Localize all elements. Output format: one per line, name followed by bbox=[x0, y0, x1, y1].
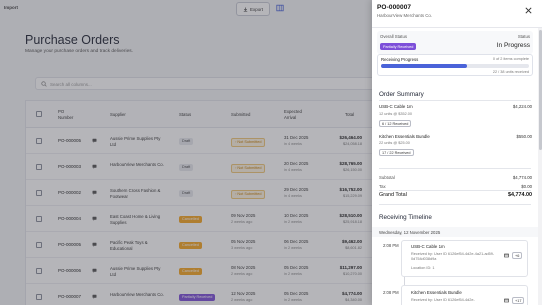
event-qty: +17 bbox=[512, 297, 525, 304]
event-card: Kitchen Essentials Bundle Received by: U… bbox=[401, 285, 528, 305]
event-received-by: Received by: User ID 6126ef54-4d2e-4a21-… bbox=[411, 252, 495, 261]
tax-label: Tax bbox=[379, 184, 386, 189]
grand-total-value: $4,774.00 bbox=[508, 192, 532, 198]
overall-status-badge: Partially Received bbox=[380, 43, 417, 50]
box-icon bbox=[504, 253, 509, 258]
item-name: USB-C Cable 1m bbox=[379, 104, 413, 109]
modal-overlay[interactable] bbox=[0, 0, 372, 305]
grand-total-label: Grand Total bbox=[379, 192, 407, 198]
event-qty: +6 bbox=[512, 252, 523, 259]
item-detail: 12 units @ $352.00 bbox=[379, 112, 412, 116]
event-time: 2:08 PM bbox=[383, 243, 399, 248]
tax-value: $0.00 bbox=[521, 184, 532, 189]
item-name: Kitchen Essentials Bundle bbox=[379, 134, 430, 139]
item-amount: $4,224.00 bbox=[512, 104, 532, 109]
event-item-name: USB-C Cable 1m bbox=[411, 244, 445, 249]
items-complete: 0 of 2 items complete bbox=[492, 57, 529, 61]
event-received-by: Received by: User ID 6126ef54-4d2e- bbox=[411, 298, 475, 302]
event-time: 2:08 PM bbox=[383, 290, 399, 295]
divider bbox=[379, 168, 531, 169]
timeline-title: Receiving Timeline bbox=[379, 214, 432, 221]
drawer-header: PO-000007 HarbourView Merchants Co. bbox=[372, 0, 542, 28]
item-received-badge: 6 / 12 Received bbox=[379, 120, 412, 127]
subtotal-label: Subtotal bbox=[379, 175, 395, 180]
item-received-badge: 17 / 22 Received bbox=[379, 149, 414, 156]
status-value: In Progress bbox=[496, 42, 530, 49]
drawer-scrollbar[interactable] bbox=[538, 28, 542, 305]
timeline-date: Wednesday, 12 November 2025 bbox=[372, 227, 538, 237]
item-detail: 22 units @ $25.00 bbox=[379, 141, 410, 145]
event-card: USB-C Cable 1m Received by: User ID 6126… bbox=[401, 240, 528, 277]
overall-status-card: Overall Status Partially Received Status… bbox=[377, 31, 533, 54]
drawer-supplier: HarbourView Merchants Co. bbox=[377, 13, 433, 18]
status-label: Status bbox=[517, 34, 530, 39]
event-location: Location ID: 1 bbox=[411, 266, 435, 270]
event-item-name: Kitchen Essentials Bundle bbox=[411, 290, 462, 295]
progress-label: Receiving Progress bbox=[381, 57, 419, 62]
divider bbox=[379, 190, 531, 191]
scrollbar-thumb[interactable] bbox=[538, 30, 542, 150]
receiving-progress-card: Receiving Progress 0 of 2 items complete… bbox=[377, 54, 533, 76]
item-amount: $550.00 bbox=[516, 134, 532, 139]
progress-bar bbox=[381, 64, 529, 68]
progress-fill bbox=[381, 64, 467, 68]
purchase-order-drawer: PO-000007 HarbourView Merchants Co. Over… bbox=[372, 0, 542, 305]
box-icon bbox=[504, 298, 509, 303]
subtotal-value: $4,774.00 bbox=[512, 175, 532, 180]
divider bbox=[379, 100, 531, 101]
drawer-po-number: PO-000007 bbox=[377, 4, 412, 11]
close-icon[interactable] bbox=[524, 6, 533, 15]
order-summary-title: Order Summary bbox=[379, 91, 424, 98]
divider bbox=[379, 204, 531, 205]
drawer-body: Overall Status Partially Received Status… bbox=[372, 28, 538, 305]
units-received: 22 / 38 units received bbox=[492, 70, 529, 74]
overall-status-label: Overall Status bbox=[380, 34, 407, 39]
